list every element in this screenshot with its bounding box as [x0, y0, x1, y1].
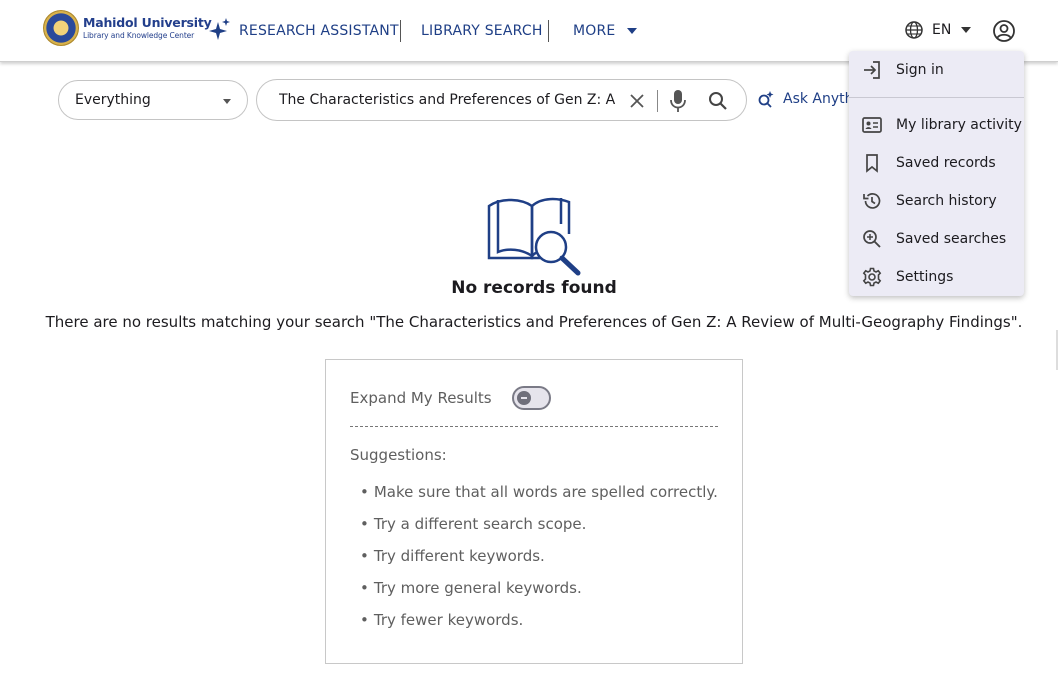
menu-item-search-history[interactable]: Search history [849, 182, 1024, 220]
menu-item-library-activity[interactable]: My library activity [849, 106, 1024, 144]
suggestions-panel: Expand My Results Suggestions: Make sure… [325, 359, 743, 664]
menu-item-label: Saved records [896, 155, 996, 171]
no-records-message: There are no results matching your searc… [45, 313, 1023, 331]
menu-item-label: Search history [896, 193, 997, 209]
nav-more[interactable]: MORE [573, 0, 638, 62]
menu-divider [849, 97, 1024, 98]
ask-anything-button[interactable]: Ask Anything [757, 90, 849, 108]
logo-name: Mahidol University [83, 15, 212, 30]
search-scope-value: Everything [75, 92, 151, 108]
suggestions-title: Suggestions: [350, 446, 447, 464]
account-circle-icon[interactable] [992, 19, 1016, 43]
nav-library-search[interactable]: LIBRARY SEARCH [421, 0, 543, 62]
nav-more-label: MORE [573, 23, 616, 39]
logo-subtitle: Library and Knowledge Center [83, 30, 195, 40]
close-icon[interactable] [627, 91, 647, 111]
book-search-icon [487, 197, 581, 276]
globe-icon [905, 21, 923, 39]
nav-separator [400, 0, 401, 62]
suggestion-item: Try more general keywords. [360, 577, 718, 609]
search-scope-select[interactable]: Everything [58, 80, 248, 120]
ask-anything-label: Ask Anything [783, 91, 849, 107]
bookmark-icon [866, 154, 878, 173]
ai-search-icon [758, 91, 774, 108]
history-icon [863, 193, 881, 209]
sparkle-icon [207, 18, 231, 44]
suggestion-item: Make sure that all words are spelled cor… [360, 481, 718, 513]
expand-results-toggle[interactable] [511, 386, 551, 410]
expand-results-label: Expand My Results [350, 389, 492, 407]
university-seal-icon [43, 10, 79, 46]
menu-item-label: My library activity [896, 117, 1022, 133]
id-card-icon [862, 117, 882, 133]
suggestion-item: Try different keywords. [360, 545, 718, 577]
menu-item-sign-in[interactable]: Sign in [849, 51, 1024, 89]
menu-item-label: Saved searches [896, 231, 1007, 247]
chevron-down-icon [961, 27, 972, 33]
menu-item-settings[interactable]: Settings [849, 258, 1024, 296]
menu-item-label: Settings [896, 269, 954, 285]
language-label: EN [932, 22, 952, 38]
microphone-icon[interactable] [667, 88, 689, 114]
logo-text: Mahidol University Library and Knowledge… [83, 15, 212, 40]
nav-library-search-label: LIBRARY SEARCH [421, 23, 543, 39]
suggestion-item: Try fewer keywords. [360, 609, 718, 641]
university-logo[interactable]: Mahidol University Library and Knowledge… [43, 10, 212, 46]
suggestion-item: Try a different search scope. [360, 513, 718, 545]
user-menu: Sign in My library activity Saved record… [849, 51, 1024, 296]
menu-item-saved-records[interactable]: Saved records [849, 144, 1024, 182]
language-selector[interactable]: EN [904, 20, 972, 40]
expand-results-row: Expand My Results [350, 386, 551, 410]
gear-icon [862, 267, 882, 287]
suggestions-list: Make sure that all words are spelled cor… [360, 481, 718, 641]
nav-separator [548, 0, 549, 62]
sign-in-icon [864, 61, 880, 79]
toggle-knob [516, 391, 531, 405]
search-input[interactable]: The Characteristics and Preferences of G… [279, 92, 619, 108]
dashed-divider [350, 426, 718, 427]
nav-research-assistant[interactable]: RESEARCH ASSISTANT [207, 0, 399, 62]
search-icon[interactable] [707, 90, 729, 112]
chevron-down-icon [627, 28, 638, 34]
search-divider [657, 90, 658, 112]
menu-item-label: Sign in [896, 62, 944, 78]
menu-item-saved-searches[interactable]: Saved searches [849, 220, 1024, 258]
zoom-in-icon [863, 230, 881, 248]
search-box: The Characteristics and Preferences of G… [256, 79, 747, 121]
chevron-down-icon [223, 99, 231, 104]
nav-research-assistant-label: RESEARCH ASSISTANT [239, 23, 399, 39]
